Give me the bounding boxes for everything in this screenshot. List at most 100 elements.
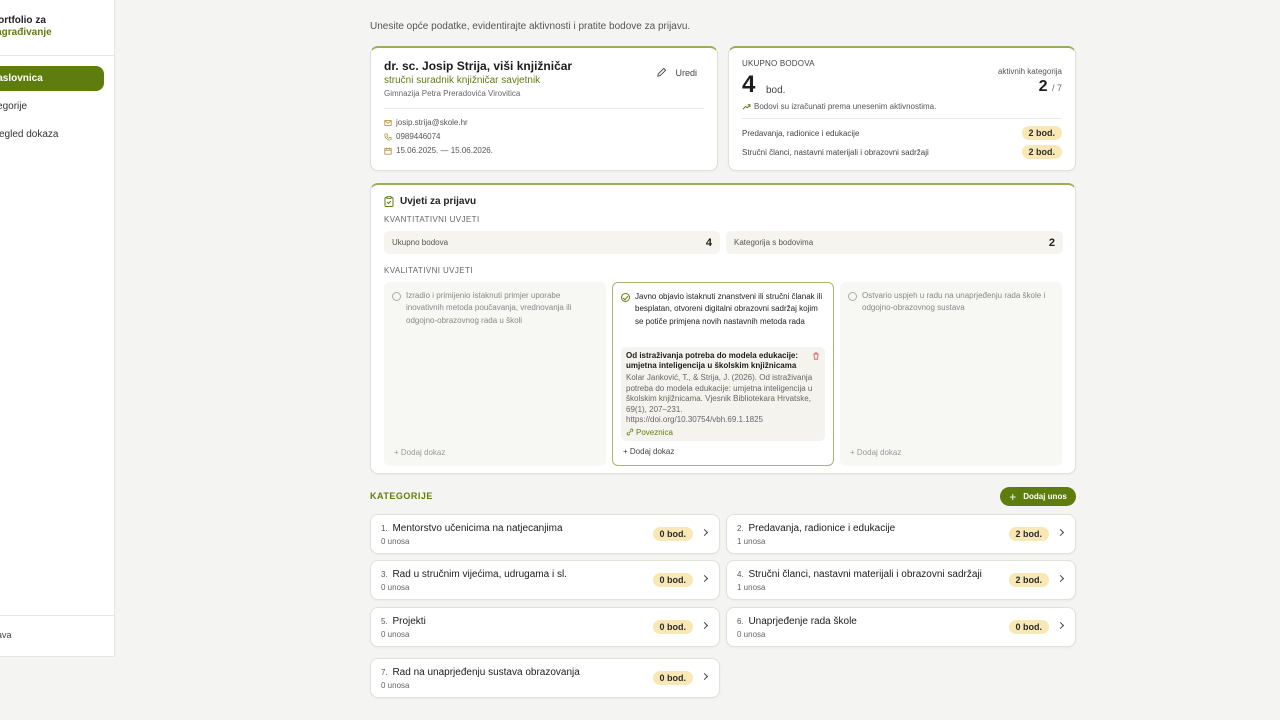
page-subtitle: Unesite opće podatke, evidentirajte akti… [370,21,691,32]
link-icon [626,429,634,436]
category-number: 5. [381,617,388,626]
category-card[interactable]: 2. Predavanja, radionice i edukacije 1 u… [726,514,1076,554]
active-count: 2 [1038,78,1048,95]
category-title: Unaprjeđenje rada škole [748,616,857,627]
quant-label-text: Ukupno bodova [392,238,449,247]
score-total: 4 [742,71,756,98]
add-proof-button[interactable]: + Dodaj dokaz [394,448,445,457]
category-entries: 1 unosa [737,583,766,592]
category-number: 4. [737,570,744,579]
mail-icon [384,119,392,126]
category-title: Rad na unaprjeđenju sustava obrazovanja [392,667,580,678]
category-entries: 0 unosa [381,681,410,690]
chevron-right-icon [700,621,709,630]
category-title: Stručni članci, nastavni materijali i ob… [748,569,982,580]
category-number: 6. [737,617,744,626]
clipboard-check-icon [384,196,394,207]
category-title: Projekti [392,616,426,627]
profile-email: josip.strija@skole.hr [396,118,468,127]
qual-condition-text: Javno objavio istaknuti znanstveni ili s… [635,292,823,326]
quant-categories-box: Kategorija s bodovima 2 [726,231,1063,254]
points-badge: 0 bod. [1008,620,1049,634]
category-name: 1. Mentorstvo učenicima na natjecanjima [381,523,563,534]
sidebar-item-home[interactable]: Naslovnica [0,66,104,91]
qual-condition-3[interactable]: Ostvario uspjeh u radu na unaprjeđenju r… [840,282,1062,466]
profile-school: Gimnazija Petra Preradovića Virovitica [384,89,521,98]
trend-up-icon [742,104,751,110]
category-card[interactable]: 5. Projekti 0 unosa 0 bod. [370,607,720,647]
category-title: Predavanja, radionice i edukacije [748,523,896,534]
category-card[interactable]: 4. Stručni članci, nastavni materijali i… [726,560,1076,600]
quant-label: KVANTITATIVNI UVJETI [384,215,480,224]
score-row-label: Stručni članci, nastavni materijali i ob… [742,147,929,157]
score-row: Stručni članci, nastavni materijali i ob… [742,144,1062,160]
category-entries: 0 unosa [381,630,410,639]
trash-icon[interactable] [812,352,820,360]
quant-value: 4 [705,236,712,249]
category-card[interactable]: 6. Unaprjeđenje rada škole 0 unosa 0 bod… [726,607,1076,647]
profile-phone-row: 0989446074 [384,132,441,141]
add-proof-button[interactable]: + Dodaj dokaz [850,448,901,457]
points-badge: 2 bod. [1008,527,1049,541]
divider [384,108,704,109]
category-number: 3. [381,570,388,579]
edit-profile-button[interactable]: Uredi [656,67,697,78]
active-categories-label: aktivnih kategorija [997,67,1062,76]
add-proof-button[interactable]: + Dodaj dokaz [623,447,674,456]
category-card[interactable]: 1. Mentorstvo učenicima na natjecanjima … [370,514,720,554]
category-card[interactable]: 3. Rad u stručnim vijećima, udrugama i s… [370,560,720,600]
profile-name: dr. sc. Josip Strija, viši knjižničar [384,59,573,73]
sidebar-item-label: Pregled dokaza [0,129,59,140]
category-title: Rad u stručnim vijećima, udrugama i sl. [392,569,567,580]
conditions-title: Uvjeti za prijavu [384,196,476,207]
radio-icon[interactable] [392,292,401,301]
points-badge: 2 bod. [1008,573,1049,587]
logout-label: Odjava [0,630,12,640]
score-row: Predavanja, radionice i edukacije 2 bod. [742,125,1062,141]
sidebar-divider [0,55,115,56]
chevron-right-icon [1056,574,1065,583]
add-entry-button[interactable]: + Dodaj unos [1000,487,1076,506]
evidence-title: Od istraživanja potreba do modela edukac… [626,351,799,370]
score-note: Bodovi su izračunati prema unesenim akti… [742,102,936,111]
edit-label: Uredi [675,67,697,78]
points-badge: 2 bod. [1021,145,1062,159]
score-card: UKUPNO BODOVA 4 bod. aktivnih kategorija… [728,46,1076,171]
sidebar-item-evidence[interactable]: Pregled dokaza [0,122,104,147]
quant-label-text: Kategorija s bodovima [734,238,814,247]
profile-period: 15.06.2025. — 15.06.2026. [396,146,493,155]
chevron-right-icon [700,528,709,537]
category-number: 1. [381,524,388,533]
quant-value: 2 [1048,236,1055,249]
category-entries: 0 unosa [737,630,766,639]
chevron-right-icon [1056,528,1065,537]
radio-icon[interactable] [848,292,857,301]
sidebar-item-categories[interactable]: Kategorije [0,94,104,119]
chevron-right-icon [1056,621,1065,630]
category-number: 7. [381,668,388,677]
score-row-label: Predavanja, radionice i edukacije [742,128,860,138]
sidebar-item-label: Naslovnica [0,73,43,84]
pencil-icon [657,67,667,77]
category-number: 2. [737,524,744,533]
qual-condition-2[interactable]: Javno objavio istaknuti znanstveni ili s… [612,282,834,466]
category-name: 4. Stručni članci, nastavni materijali i… [737,569,982,580]
points-badge: 0 bod. [652,527,693,541]
plus-icon: + [1009,489,1017,504]
categories-title: KATEGORIJE [370,491,433,501]
conditions-card: Uvjeti za prijavu KVANTITATIVNI UVJETI U… [370,183,1076,474]
category-name: 3. Rad u stručnim vijećima, udrugama i s… [381,569,567,580]
points-badge: 0 bod. [652,573,693,587]
evidence-item: Od istraživanja potreba do modela edukac… [621,347,825,441]
phone-icon [384,132,392,141]
active-categories-value: 2 / 7 [1039,78,1062,96]
logout-link[interactable]: Odjava [0,630,115,640]
profile-email-row: josip.strija@skole.hr [384,118,468,127]
category-title: Mentorstvo učenicima na natjecanjima [392,523,563,534]
category-name: 7. Rad na unaprjeđenju sustava obrazovan… [381,667,580,678]
evidence-link[interactable]: Poveznica [626,428,820,437]
qual-condition-1[interactable]: Izradio i primijenio istaknuti primjer u… [384,282,606,466]
category-card[interactable]: 7. Rad na unaprjeđenju sustava obrazovan… [370,658,720,698]
qual-condition-text: Ostvario uspjeh u radu na unaprjeđenju r… [862,291,1046,313]
check-circle-icon[interactable] [621,293,630,302]
